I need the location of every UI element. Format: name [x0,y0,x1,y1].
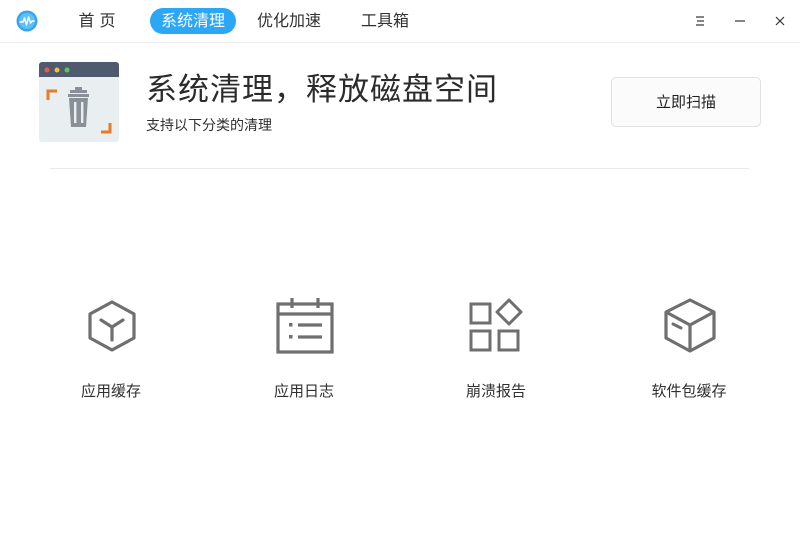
menu-icon[interactable] [688,8,714,34]
category-label: 应用日志 [273,382,334,400]
calendar-list-icon [276,298,334,354]
category-label: 软件包缓存 [651,382,727,400]
grid-diamond-icon [469,298,523,352]
category-label: 应用缓存 [80,382,141,400]
close-icon[interactable] [767,8,793,34]
tab-optimize[interactable]: 优化加速 [250,8,328,34]
tab-home[interactable]: 首 页 [74,8,120,34]
page-subtitle: 支持以下分类的清理 [146,118,272,134]
tab-toolbox[interactable]: 工具箱 [354,8,416,34]
category-crash-report[interactable]: 崩溃报告 [426,290,566,410]
category-label: 崩溃报告 [465,382,526,400]
cube-y-icon [88,300,136,352]
app-logo-icon [16,10,38,32]
divider [50,168,749,169]
category-app-cache[interactable]: 应用缓存 [41,290,181,410]
minimize-icon[interactable] [727,8,753,34]
trash-window-icon [39,62,119,142]
title-bar: 首 页 系统清理 优化加速 工具箱 [0,0,800,43]
category-app-log[interactable]: 应用日志 [234,290,374,410]
package-box-icon [664,298,716,353]
tab-system-clean[interactable]: 系统清理 [150,8,236,34]
page-title: 系统清理，释放磁盘空间 [146,72,498,108]
scan-now-button[interactable]: 立即扫描 [611,77,761,127]
category-package-cache[interactable]: 软件包缓存 [619,290,759,410]
